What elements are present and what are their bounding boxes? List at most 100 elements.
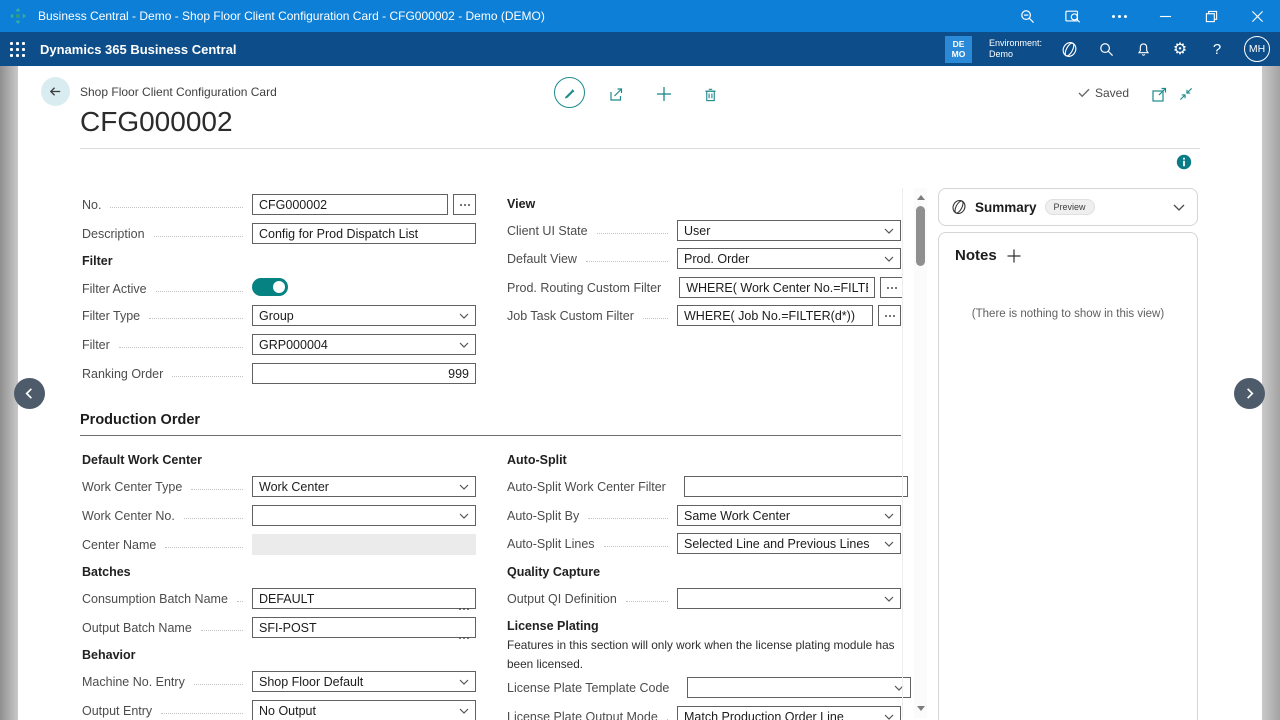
auto-split-work-center-filter-input[interactable] (684, 476, 908, 497)
environment-label: Environment: Demo (989, 38, 1042, 60)
field-license-plate-output-mode: License Plate Output Mode (507, 706, 901, 720)
field-center-name: Center Name (82, 534, 476, 555)
check-icon (1078, 88, 1090, 98)
tab-search-icon[interactable] (1050, 0, 1096, 32)
section-heading-production-order[interactable]: Production Order (80, 412, 901, 436)
window-title: Business Central - Demo - Shop Floor Cli… (38, 9, 545, 23)
client-ui-state-select[interactable] (677, 220, 901, 241)
job-task-custom-filter-input[interactable] (677, 305, 873, 326)
dotted-leader (161, 713, 243, 714)
field-auto-split-by: Auto-Split By (507, 505, 901, 526)
field-filter: Filter (82, 334, 476, 355)
save-status: Saved (1078, 86, 1129, 100)
auto-split-lines-select[interactable] (677, 533, 901, 554)
scrollbar-down-arrow[interactable] (917, 706, 925, 711)
page-caption: Shop Floor Client Configuration Card (80, 85, 277, 99)
notifications-bell-icon[interactable] (1133, 39, 1153, 59)
scrollbar-thumb[interactable] (916, 206, 925, 266)
record-title: CFG000002 (80, 106, 233, 138)
settings-gear-icon[interactable]: ⚙ (1170, 39, 1190, 59)
copilot-icon[interactable] (1059, 39, 1079, 59)
field-work-center-type: Work Center Type (82, 476, 476, 497)
field-job-task-custom-filter: Job Task Custom Filter (507, 305, 901, 326)
group-heading-filter: Filter (82, 254, 113, 268)
output-batch-name-input[interactable] (252, 617, 476, 638)
filter-select[interactable] (252, 334, 476, 355)
page-workspace: Shop Floor Client Configuration Card Sav… (0, 66, 1280, 720)
delete-button[interactable] (700, 84, 720, 104)
notes-card: Notes (There is nothing to show in this … (938, 232, 1198, 720)
license-plate-output-mode-select[interactable] (677, 706, 901, 720)
auto-split-by-select[interactable] (677, 505, 901, 526)
search-icon[interactable] (1096, 39, 1116, 59)
license-plate-template-code-select[interactable] (687, 677, 911, 698)
chevron-down-icon[interactable] (1173, 204, 1185, 211)
dotted-leader (643, 318, 668, 319)
output-qi-definition-select[interactable] (677, 588, 901, 609)
scrollbar-up-arrow[interactable] (917, 195, 925, 200)
notes-title: Notes (955, 247, 997, 264)
no-input[interactable] (252, 194, 448, 215)
zoom-out-icon[interactable] (1004, 0, 1050, 32)
dotted-leader (194, 684, 243, 685)
form-edge-line (902, 188, 903, 718)
waffle-menu-icon[interactable] (0, 32, 34, 66)
dotted-leader (588, 518, 668, 519)
dotted-leader (586, 261, 668, 262)
license-plating-note: Features in this section will only work … (507, 636, 905, 674)
more-options-icon[interactable] (1096, 0, 1142, 32)
window-titlebar: Business Central - Demo - Shop Floor Cli… (0, 0, 1280, 32)
output-entry-select[interactable] (252, 700, 476, 720)
new-record-button[interactable] (654, 84, 674, 104)
work-center-no-select[interactable] (252, 505, 476, 526)
machine-no-entry-select[interactable] (252, 671, 476, 692)
minimize-icon[interactable] (1142, 0, 1188, 32)
summary-title: Summary (975, 200, 1037, 215)
back-button[interactable] (41, 77, 70, 106)
job-task-assist-edit-button[interactable] (878, 305, 901, 326)
assist-ellipsis-icon[interactable] (459, 597, 469, 615)
dotted-leader (165, 547, 243, 548)
field-prod-routing-custom-filter: Prod. Routing Custom Filter (507, 277, 901, 298)
prod-routing-custom-filter-input[interactable] (679, 277, 875, 298)
filter-active-toggle[interactable] (252, 278, 288, 296)
field-consumption-batch-name: Consumption Batch Name (82, 588, 476, 609)
share-button[interactable] (606, 84, 626, 104)
center-name-input (252, 534, 476, 555)
group-heading-batches: Batches (82, 565, 131, 579)
assist-ellipsis-icon[interactable] (459, 626, 469, 644)
consumption-batch-name-input[interactable] (252, 588, 476, 609)
field-client-ui-state: Client UI State (507, 220, 901, 241)
ranking-order-input[interactable] (252, 363, 476, 384)
dotted-leader (110, 207, 243, 208)
open-in-new-window-icon[interactable] (1149, 84, 1169, 104)
help-icon[interactable]: ? (1207, 39, 1227, 59)
default-view-select[interactable] (677, 248, 901, 269)
no-assist-edit-button[interactable] (453, 194, 476, 215)
add-note-button[interactable] (1007, 249, 1021, 263)
next-record-button[interactable] (1234, 378, 1265, 409)
user-avatar[interactable]: MH (1244, 36, 1270, 62)
vertical-scrollbar[interactable] (914, 188, 927, 718)
restore-window-icon[interactable] (1188, 0, 1234, 32)
collapse-icon[interactable] (1176, 84, 1196, 104)
previous-record-button[interactable] (14, 378, 45, 409)
summary-card[interactable]: Summary Preview (938, 188, 1198, 226)
description-input[interactable] (252, 223, 476, 244)
info-icon[interactable] (1176, 154, 1192, 170)
filter-type-select[interactable] (252, 305, 476, 326)
title-divider (80, 148, 1200, 149)
work-center-type-select[interactable] (252, 476, 476, 497)
edit-button[interactable] (554, 77, 585, 108)
notes-empty-text: (There is nothing to show in this view) (955, 308, 1181, 320)
field-work-center-no: Work Center No. (82, 505, 476, 526)
prod-routing-assist-edit-button[interactable] (880, 277, 903, 298)
group-heading-license-plating: License Plating (507, 619, 599, 633)
field-ranking-order: Ranking Order (82, 363, 476, 384)
field-default-view: Default View (507, 248, 901, 269)
environment-badge[interactable]: DE MO (945, 36, 972, 63)
field-output-entry: Output Entry (82, 700, 476, 720)
app-name[interactable]: Dynamics 365 Business Central (40, 42, 237, 57)
dotted-leader (597, 233, 668, 234)
close-icon[interactable] (1234, 0, 1280, 32)
